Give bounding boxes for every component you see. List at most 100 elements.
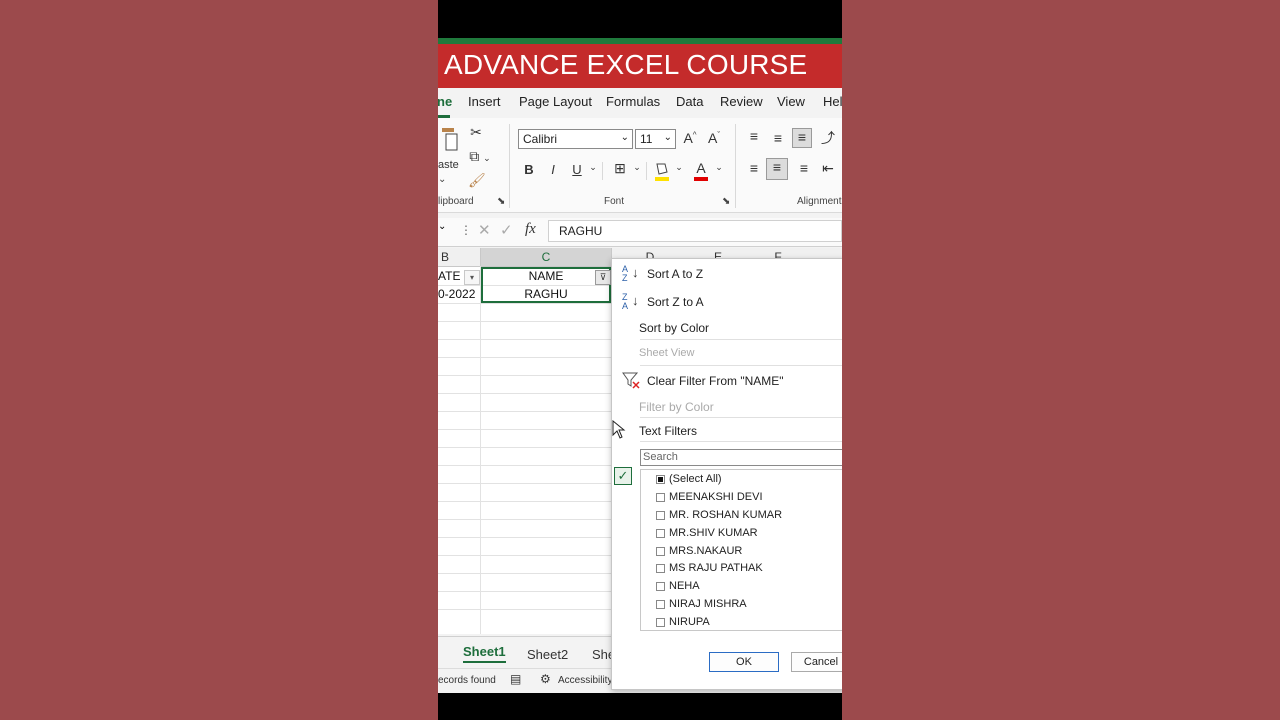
font-name-value: Calibri xyxy=(523,132,558,146)
insert-function-icon[interactable]: fx xyxy=(525,221,536,238)
tab-view[interactable]: View xyxy=(777,94,805,109)
align-middle-icon[interactable]: ≡ xyxy=(770,130,786,146)
font-color-icon[interactable]: A xyxy=(693,160,709,182)
decrease-indent-icon[interactable]: ⇤ xyxy=(820,160,836,177)
cut-icon[interactable]: ✂ xyxy=(468,124,484,141)
tab-help[interactable]: Hel xyxy=(823,94,842,109)
orientation-icon[interactable]: ⤴ xyxy=(820,128,836,148)
paste-dropdown-icon[interactable]: ⌄ xyxy=(438,174,446,185)
video-frame: ADVANCE EXCEL COURSE ne Insert Page Layo… xyxy=(438,0,842,720)
fill-color-icon[interactable] xyxy=(654,160,670,182)
more-options-icon[interactable]: ⋮ xyxy=(460,223,472,237)
clear-filter-from-name[interactable]: Clear Filter From "NAME" xyxy=(647,374,784,388)
list-item[interactable]: NIRUPA xyxy=(669,616,710,628)
clipboard-group-label: lipboard xyxy=(438,196,474,207)
align-left-icon[interactable]: ≡ xyxy=(746,160,762,176)
checkbox[interactable] xyxy=(656,529,665,538)
cell-c2[interactable]: RAGHU xyxy=(481,287,611,301)
clipboard-launcher-icon[interactable]: ⬊ xyxy=(497,196,505,207)
list-item[interactable]: MRS.NAKAUR xyxy=(669,545,742,557)
tab-insert[interactable]: Insert xyxy=(468,94,501,109)
enter-icon[interactable]: ✓ xyxy=(500,221,513,239)
font-size-combo[interactable]: 11 ⌄ xyxy=(635,129,676,149)
accessibility-icon[interactable]: ⚙ xyxy=(540,672,551,686)
checkbox[interactable] xyxy=(656,618,665,627)
font-launcher-icon[interactable]: ⬊ xyxy=(722,196,730,207)
paste-label[interactable]: aste xyxy=(438,159,459,171)
divider xyxy=(602,162,603,180)
sheet-tab-1[interactable]: Sheet1 xyxy=(463,644,506,663)
text-filters[interactable]: Text Filters xyxy=(639,424,697,438)
italic-button[interactable]: I xyxy=(546,162,560,177)
select-all-checkbox[interactable] xyxy=(656,475,665,484)
checkbox[interactable] xyxy=(656,547,665,556)
macro-record-icon[interactable]: ▤ xyxy=(510,672,521,686)
filter-by-color: Filter by Color xyxy=(639,400,714,414)
checkbox[interactable] xyxy=(656,600,665,609)
align-top-icon[interactable]: ≡ xyxy=(746,128,762,144)
tab-formulas[interactable]: Formulas xyxy=(606,94,660,109)
chevron-down-icon[interactable]: ⌄ xyxy=(714,162,724,173)
chevron-down-icon[interactable]: ⌄ xyxy=(674,162,684,173)
sort-by-color[interactable]: Sort by Color xyxy=(639,321,709,335)
list-item[interactable]: MS RAJU PATHAK xyxy=(669,562,763,574)
decrease-font-icon[interactable]: Aˇ xyxy=(706,130,722,146)
sort-a-to-z[interactable]: Sort A to Z xyxy=(647,267,703,281)
cancel-button[interactable]: Cancel xyxy=(791,652,842,672)
header-cell-date[interactable]: ATE xyxy=(438,269,460,283)
search-input[interactable]: Search xyxy=(640,449,842,466)
checkbox[interactable] xyxy=(656,511,665,520)
font-size-value: 11 xyxy=(640,132,653,146)
cell-b2[interactable]: 0-2022 xyxy=(438,287,475,301)
font-name-combo[interactable]: Calibri ⌄ xyxy=(518,129,633,149)
formula-input[interactable]: RAGHU xyxy=(548,220,842,242)
title-banner: ADVANCE EXCEL COURSE xyxy=(438,44,842,88)
formula-bar: ⌄ ⋮ ✕ ✓ fx RAGHU xyxy=(438,218,842,247)
alignment-group-label: Alignment xyxy=(797,196,842,207)
copy-icon[interactable]: ⧉ ⌄ xyxy=(468,148,492,165)
excel-window: ne Insert Page Layout Formulas Data Revi… xyxy=(438,88,842,693)
list-item[interactable]: MR. ROSHAN KUMAR xyxy=(669,509,782,521)
filter-active-icon[interactable]: ⊽ xyxy=(595,270,611,285)
divider xyxy=(735,124,736,208)
borders-icon[interactable]: ⊞ xyxy=(610,160,630,177)
list-item[interactable]: MEENAKSHI DEVI xyxy=(669,491,763,503)
increase-font-icon[interactable]: A^ xyxy=(682,130,698,146)
tab-review[interactable]: Review xyxy=(720,94,763,109)
chevron-down-icon[interactable]: ⌄ xyxy=(632,162,642,173)
accessibility-status[interactable]: Accessibility xyxy=(558,675,612,686)
align-bottom-icon[interactable]: ≡ xyxy=(792,128,812,148)
sheet-tab-2[interactable]: Sheet2 xyxy=(527,647,568,662)
list-item[interactable]: MR.SHIV KUMAR xyxy=(669,527,758,539)
align-right-icon[interactable]: ≡ xyxy=(796,160,812,176)
checkbox[interactable] xyxy=(656,582,665,591)
name-box-dropdown-icon[interactable]: ⌄ xyxy=(438,221,454,232)
ribbon: aste ⌄ ✂ ⧉ ⌄ 🖌 lipboard ⬊ Calibri ⌄ 11 ⌄… xyxy=(438,118,842,213)
tab-data[interactable]: Data xyxy=(676,94,703,109)
tab-home[interactable]: ne xyxy=(438,94,452,109)
checkmark-icon: ✓ xyxy=(614,467,632,485)
underline-button[interactable]: U xyxy=(570,162,584,177)
paste-icon[interactable] xyxy=(438,126,458,152)
cancel-icon[interactable]: ✕ xyxy=(478,221,491,239)
sheet-view: Sheet View xyxy=(639,347,695,359)
tab-page-layout[interactable]: Page Layout xyxy=(519,94,592,109)
checkbox[interactable] xyxy=(656,493,665,502)
list-item[interactable]: (Select All) xyxy=(669,473,722,485)
ok-button[interactable]: OK xyxy=(709,652,779,672)
format-painter-icon[interactable]: 🖌 xyxy=(468,172,486,189)
column-header-c[interactable]: C xyxy=(481,248,611,266)
divider xyxy=(509,124,510,208)
filter-dropdown-button[interactable]: ▾ xyxy=(464,270,480,285)
list-item[interactable]: NEHA xyxy=(669,580,700,592)
align-center-icon[interactable]: ≡ xyxy=(766,158,788,180)
list-item[interactable]: NIRAJ MISHRA xyxy=(669,598,747,610)
banner-title: ADVANCE EXCEL COURSE xyxy=(444,49,808,80)
header-cell-name[interactable]: NAME xyxy=(481,269,611,283)
chevron-down-icon: ⌄ xyxy=(663,132,672,143)
sort-z-to-a[interactable]: Sort Z to A xyxy=(647,295,704,309)
column-header-b[interactable]: B xyxy=(438,248,483,266)
bold-button[interactable]: B xyxy=(522,162,536,177)
checkbox[interactable] xyxy=(656,564,665,573)
chevron-down-icon[interactable]: ⌄ xyxy=(588,162,598,173)
